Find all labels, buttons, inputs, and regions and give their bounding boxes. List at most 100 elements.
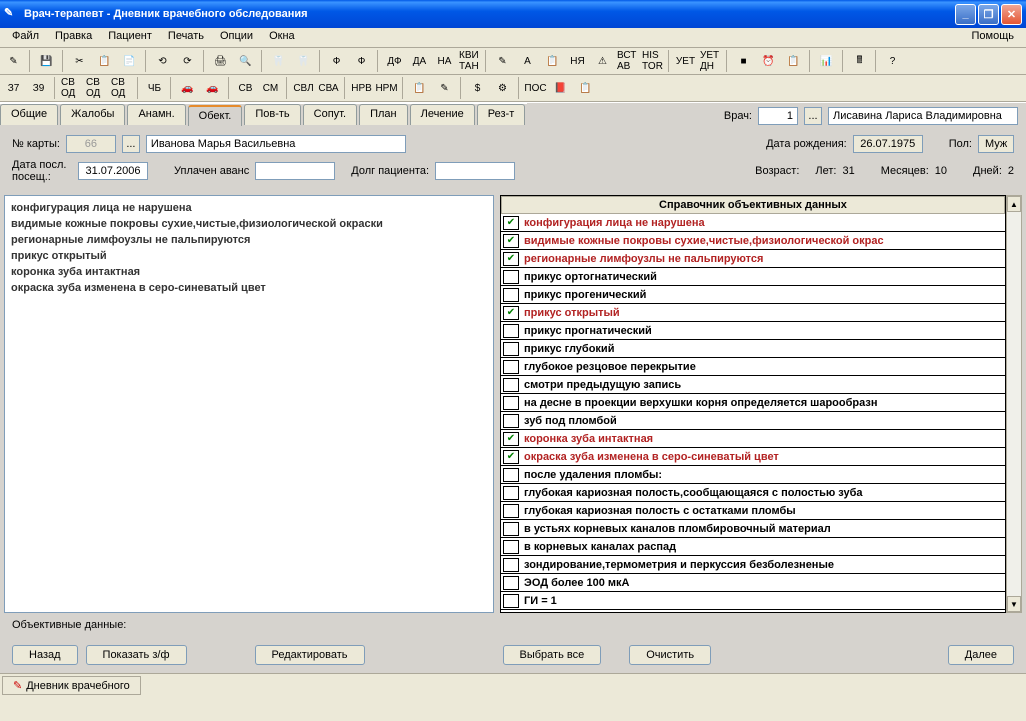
checkbox[interactable]	[503, 468, 519, 482]
toolbar-button[interactable]: НРВ	[350, 77, 373, 99]
checkbox[interactable]: ✔	[503, 234, 519, 248]
reference-row[interactable]: прикус прогнатический	[501, 322, 1005, 340]
toolbar-button[interactable]: ✎	[433, 77, 456, 99]
next-button[interactable]: Далее	[948, 645, 1014, 665]
toolbar-button[interactable]: НЯ	[566, 50, 589, 72]
scroll-track[interactable]	[1007, 212, 1021, 596]
toolbar-button[interactable]: ✎	[2, 50, 25, 72]
toolbar-button[interactable]: НА	[433, 50, 456, 72]
toolbar-button[interactable]: 📋	[574, 77, 597, 99]
toolbar-button[interactable]: 🖨	[209, 50, 232, 72]
reference-row[interactable]: на десне в проекции верхушки корня опред…	[501, 394, 1005, 412]
toolbar-button[interactable]: 🖩	[848, 50, 871, 72]
reference-row[interactable]: ГИ = 1	[501, 592, 1005, 610]
checkbox[interactable]	[503, 594, 519, 608]
checkbox[interactable]	[503, 378, 519, 392]
lastvisit-input[interactable]	[78, 162, 148, 180]
scroll-up-button[interactable]: ▲	[1007, 196, 1021, 212]
menu-Окна[interactable]: Окна	[261, 28, 303, 47]
menu-Файл[interactable]: Файл	[4, 28, 47, 47]
toolbar-button[interactable]: 📊	[815, 50, 838, 72]
checkbox[interactable]	[503, 486, 519, 500]
tab-Анамн.[interactable]: Анамн.	[127, 104, 185, 125]
reference-row[interactable]: зондирование,термометрия и перкуссия без…	[501, 556, 1005, 574]
checkbox[interactable]	[503, 342, 519, 356]
toolbar-button[interactable]: ДФ	[383, 50, 406, 72]
checkbox[interactable]	[503, 414, 519, 428]
toolbar-button[interactable]: 📋	[408, 77, 431, 99]
checkbox[interactable]	[503, 396, 519, 410]
tab-План[interactable]: План	[359, 104, 408, 125]
checkbox[interactable]: ✔	[503, 306, 519, 320]
checkbox[interactable]: ✔	[503, 216, 519, 230]
tab-Рез-т[interactable]: Рез-т	[477, 104, 525, 125]
doctor-num-input[interactable]	[758, 107, 798, 125]
reference-row[interactable]: смотри предыдущую запись	[501, 376, 1005, 394]
tab-Жалобы[interactable]: Жалобы	[60, 104, 125, 125]
toolbar-button[interactable]: СВ ОД	[85, 77, 108, 99]
toolbar-button[interactable]: 📋	[93, 50, 116, 72]
toolbar-button[interactable]: КВИ ТАН	[458, 50, 481, 72]
maximize-button[interactable]: ❐	[978, 4, 999, 25]
toolbar-button[interactable]: УЕТ	[674, 50, 697, 72]
text-editor[interactable]: конфигурация лица не нарушенавидимые кож…	[4, 195, 494, 613]
toolbar-button[interactable]: ✂	[68, 50, 91, 72]
reference-row[interactable]: ✔окраска зуба изменена в серо-синеватый …	[501, 448, 1005, 466]
menu-Пациент[interactable]: Пациент	[100, 28, 160, 47]
checkbox[interactable]	[503, 522, 519, 536]
menu-Опции[interactable]: Опции	[212, 28, 261, 47]
toolbar-button[interactable]: ✎	[491, 50, 514, 72]
toolbar-button[interactable]: 📋	[782, 50, 805, 72]
toolbar-button[interactable]: СМ	[259, 77, 282, 99]
toolbar-button[interactable]: ⚙	[491, 77, 514, 99]
checkbox[interactable]	[503, 576, 519, 590]
menu-help[interactable]: Помощь	[964, 28, 1023, 47]
toolbar-button[interactable]: HIS TOR	[641, 50, 664, 72]
back-button[interactable]: Назад	[12, 645, 78, 665]
reference-row[interactable]: в корневых каналах распад	[501, 538, 1005, 556]
toolbar-button[interactable]: ⟳	[176, 50, 199, 72]
menu-Правка[interactable]: Правка	[47, 28, 100, 47]
toolbar-button[interactable]: $	[466, 77, 489, 99]
checkbox[interactable]: ✔	[503, 432, 519, 446]
checkbox[interactable]: ✔	[503, 252, 519, 266]
card-lookup-button[interactable]: ...	[122, 135, 140, 153]
toolbar-button[interactable]: НРМ	[375, 77, 398, 99]
tab-Общие[interactable]: Общие	[0, 104, 58, 125]
reference-row[interactable]: глубокая кариозная полость с остатками п…	[501, 502, 1005, 520]
selectall-button[interactable]: Выбрать все	[503, 645, 602, 665]
toolbar-button[interactable]: СВ ОД	[60, 77, 83, 99]
reference-row[interactable]: прикус прогенический	[501, 286, 1005, 304]
patient-name-input[interactable]	[146, 135, 406, 153]
toolbar-button[interactable]: 📋	[541, 50, 564, 72]
toolbar-button[interactable]: Ф	[350, 50, 373, 72]
debt-input[interactable]	[435, 162, 515, 180]
toolbar-button[interactable]: 🔍	[234, 50, 257, 72]
checkbox[interactable]	[503, 324, 519, 338]
toolbar-button[interactable]: ПОС	[524, 77, 547, 99]
toolbar-button[interactable]: ?	[881, 50, 904, 72]
toolbar-button[interactable]: З7	[2, 77, 25, 99]
tab-Обект.[interactable]: Обект.	[188, 105, 243, 126]
tab-Сопут.[interactable]: Сопут.	[303, 104, 357, 125]
minimize-button[interactable]: _	[955, 4, 976, 25]
checkbox[interactable]	[503, 270, 519, 284]
toolbar-button[interactable]: ДА	[408, 50, 431, 72]
toolbar-button[interactable]: 🦷	[292, 50, 315, 72]
tab-Лечение[interactable]: Лечение	[410, 104, 475, 125]
reference-row[interactable]: ✔регионарные лимфоузлы не пальпируются	[501, 250, 1005, 268]
toolbar-button[interactable]: ⟲	[151, 50, 174, 72]
reference-row[interactable]: глубокое резцовое перекрытие	[501, 358, 1005, 376]
reference-row[interactable]: в устьях корневых каналов пломбировочный…	[501, 520, 1005, 538]
checkbox[interactable]	[503, 288, 519, 302]
tab-Пов-ть[interactable]: Пов-ть	[244, 104, 300, 125]
toolbar-button[interactable]: ЧБ	[143, 77, 166, 99]
toolbar-button[interactable]: СВ ОД	[110, 77, 133, 99]
toolbar-button[interactable]: УЕТ ДН	[699, 50, 722, 72]
reference-row[interactable]: ✔конфигурация лица не нарушена	[501, 214, 1005, 232]
reference-row[interactable]: ✔прикус открытый	[501, 304, 1005, 322]
toolbar-button[interactable]: ⚠	[591, 50, 614, 72]
close-button[interactable]: ✕	[1001, 4, 1022, 25]
reference-row[interactable]: глубокая кариозная полость,сообщающаяся …	[501, 484, 1005, 502]
toolbar-button[interactable]: 🚗	[176, 77, 199, 99]
